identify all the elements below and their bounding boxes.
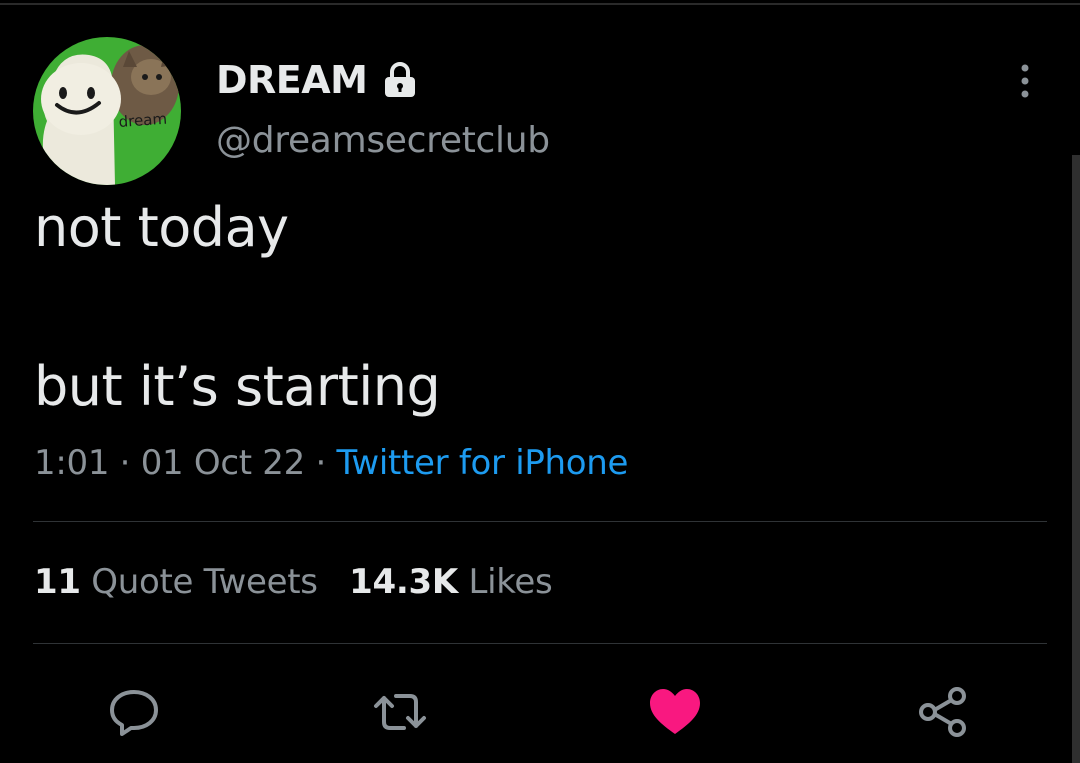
heart-icon bbox=[650, 689, 700, 734]
tweet-meta: 1:01 · 01 Oct 22 · Twitter for iPhone bbox=[34, 443, 628, 483]
avatar-label: dream bbox=[118, 110, 168, 131]
likes-stat[interactable]: 14.3K Likes bbox=[349, 562, 553, 602]
reply-icon bbox=[110, 690, 158, 736]
like-button[interactable] bbox=[647, 684, 703, 740]
quote-tweets-count: 11 bbox=[34, 562, 81, 602]
lock-icon bbox=[382, 61, 418, 99]
retweet-button[interactable] bbox=[372, 684, 428, 740]
top-divider bbox=[0, 3, 1080, 5]
quote-tweets-stat[interactable]: 11 Quote Tweets bbox=[34, 562, 318, 602]
tweet-stats: 11 Quote Tweets 14.3K Likes bbox=[34, 562, 553, 602]
likes-label: Likes bbox=[468, 562, 553, 602]
likes-count: 14.3K bbox=[349, 562, 458, 602]
meta-separator: · bbox=[315, 443, 326, 483]
tweet-text-line-1: not today bbox=[34, 196, 289, 259]
tweet-date[interactable]: 01 Oct 22 bbox=[141, 443, 306, 483]
divider bbox=[33, 643, 1047, 644]
divider bbox=[33, 521, 1047, 522]
quote-tweets-label: Quote Tweets bbox=[91, 562, 318, 602]
tweet-time[interactable]: 1:01 bbox=[34, 443, 109, 483]
author-handle[interactable]: @dreamsecretclub bbox=[216, 120, 550, 161]
avatar[interactable]: dream bbox=[33, 37, 181, 185]
share-button[interactable] bbox=[915, 684, 971, 740]
author-name[interactable]: DREAM bbox=[216, 58, 418, 102]
share-icon bbox=[919, 687, 966, 737]
more-options-icon[interactable] bbox=[1010, 62, 1040, 100]
tweet-source-link[interactable]: Twitter for iPhone bbox=[336, 443, 628, 483]
scrollbar[interactable] bbox=[1072, 155, 1080, 763]
retweet-icon bbox=[374, 694, 426, 730]
tweet-text-line-2: but it’s starting bbox=[34, 355, 441, 418]
author-name-text[interactable]: DREAM bbox=[216, 58, 368, 102]
meta-separator: · bbox=[119, 443, 131, 483]
avatar-image: dream bbox=[33, 37, 181, 185]
reply-button[interactable] bbox=[106, 684, 162, 740]
